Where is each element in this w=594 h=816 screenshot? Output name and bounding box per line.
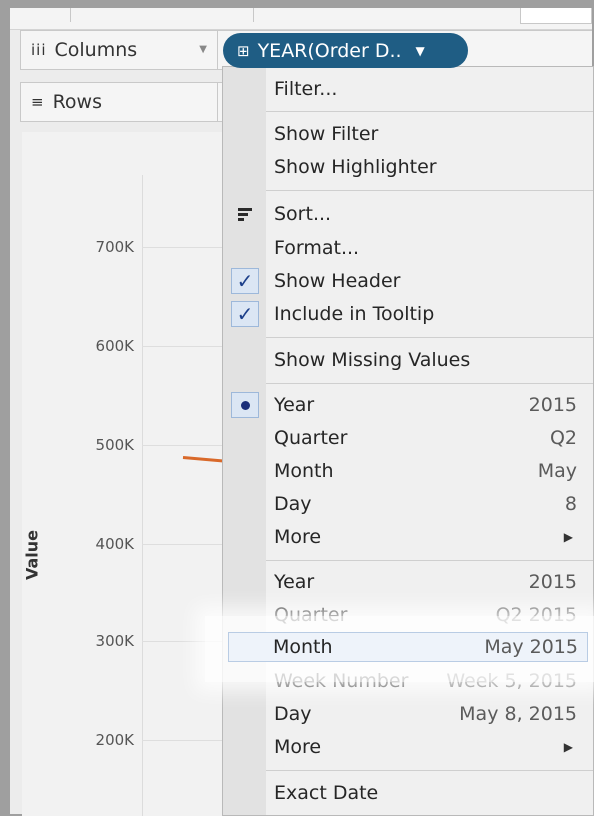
menu-item-more-discrete[interactable]: More ▶: [223, 522, 593, 552]
menu-item-quarter-discrete[interactable]: Quarter Q2: [223, 423, 593, 453]
rows-label: Rows: [52, 91, 102, 113]
chevron-down-icon[interactable]: ▼: [199, 44, 207, 55]
expand-plus-icon[interactable]: ⊞: [237, 42, 250, 60]
menu-item-day-continuous[interactable]: Day May 8, 2015: [223, 699, 593, 729]
sort-icon: [231, 201, 259, 227]
submenu-arrow-icon: ▶: [563, 740, 573, 754]
chevron-down-icon[interactable]: ▼: [416, 44, 425, 58]
menu-item-exact-date[interactable]: Exact Date: [223, 778, 593, 808]
menu-item-month-discrete[interactable]: Month May: [223, 456, 593, 486]
menu-separator: [266, 337, 593, 338]
menu-item-filter[interactable]: Filter...: [223, 74, 593, 104]
radio-selected-icon: [231, 392, 259, 418]
year-order-date-pill[interactable]: ⊞ YEAR(Order D.. ▼: [223, 33, 468, 68]
columns-shelf-label: iii Columns ▼: [20, 30, 218, 70]
menu-item-show-header[interactable]: ✓ Show Header: [223, 266, 593, 296]
menu-item-sort[interactable]: Sort...: [223, 199, 593, 229]
rows-shelf-label: ≡ Rows: [20, 82, 218, 122]
checkmark-icon: ✓: [231, 268, 259, 294]
y-axis-title: Value: [22, 529, 42, 581]
gridline: [142, 544, 227, 545]
gridline: [142, 740, 227, 741]
menu-item-year-discrete[interactable]: Year 2015: [223, 390, 593, 420]
y-tick-label: 600K: [95, 337, 134, 355]
menu-item-more-continuous[interactable]: More ▶: [223, 732, 593, 762]
menu-separator: [266, 190, 593, 191]
rows-icon: ≡: [31, 93, 45, 111]
top-toolbar-strip: [10, 8, 592, 30]
menu-separator: [266, 111, 593, 112]
columns-icon: iii: [31, 41, 47, 59]
checkmark-icon: ✓: [231, 301, 259, 327]
chart-area: [22, 132, 227, 816]
menu-item-month-continuous[interactable]: Month May 2015: [222, 632, 594, 662]
menu-separator: [266, 770, 593, 771]
pill-label: YEAR(Order D..: [257, 39, 402, 62]
menu-item-day-discrete[interactable]: Day 8: [223, 489, 593, 519]
y-tick-label: 200K: [95, 731, 134, 749]
context-menu: Filter... Show Filter Show Highlighter S…: [222, 66, 594, 816]
menu-item-show-missing-values[interactable]: Show Missing Values: [223, 345, 593, 375]
menu-separator: [266, 383, 593, 384]
y-tick-label: 500K: [95, 436, 134, 454]
menu-item-format[interactable]: Format...: [223, 233, 593, 263]
columns-label: Columns: [54, 39, 138, 61]
y-axis-line: [142, 175, 143, 816]
menu-separator: [266, 560, 593, 561]
menu-item-year-continuous[interactable]: Year 2015: [223, 567, 593, 597]
submenu-arrow-icon: ▶: [563, 530, 573, 544]
y-tick-label: 700K: [95, 238, 134, 256]
menu-item-show-highlighter[interactable]: Show Highlighter: [223, 152, 593, 182]
menu-item-include-in-tooltip[interactable]: ✓ Include in Tooltip: [223, 299, 593, 329]
y-tick-label: 400K: [95, 535, 134, 553]
gridline: [142, 445, 227, 446]
gridline: [142, 346, 227, 347]
menu-item-show-filter[interactable]: Show Filter: [223, 119, 593, 149]
gridline: [142, 247, 227, 248]
y-tick-label: 300K: [95, 632, 134, 650]
